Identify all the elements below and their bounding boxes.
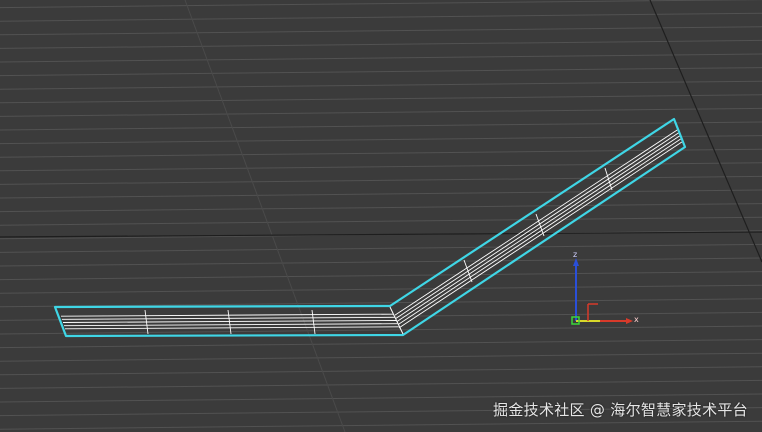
grid-line (0, 39, 762, 49)
grid-line (0, 67, 762, 77)
scene-canvas[interactable]: zx (0, 0, 762, 432)
grid-line (0, 26, 762, 36)
mesh-edge (396, 135, 680, 322)
grid-line (0, 271, 762, 281)
grid-major-line (649, 0, 762, 263)
grid-line (0, 257, 762, 267)
grid-line (0, 379, 762, 389)
grid-line (0, 284, 762, 294)
grid-line (0, 339, 762, 349)
grid-line (0, 243, 762, 253)
watermark: 掘金技术社区 @ 海尔智慧家技术平台 (493, 401, 748, 419)
mesh-edge (395, 132, 679, 319)
grid-line (0, 352, 762, 362)
mesh-edge (63, 323, 398, 327)
mesh-edge (60, 313, 394, 317)
grid-line (0, 53, 762, 63)
grid-line (0, 107, 762, 117)
grid-line (0, 94, 762, 104)
grid-line (184, 0, 346, 432)
gizmo-x-label: x (634, 315, 639, 324)
grid-line (0, 366, 762, 376)
gizmo-z-arrow (573, 258, 579, 266)
3d-viewport[interactable]: zx 掘金技术社区 @ 海尔智慧家技术平台 (0, 0, 762, 432)
grid-line (0, 420, 762, 430)
grid-line (0, 189, 762, 199)
grid-line (0, 12, 762, 22)
grid-line (0, 80, 762, 90)
mesh-edge (64, 326, 399, 330)
grid-major-line (0, 231, 762, 238)
gizmo-z-label: z (573, 250, 577, 259)
grid-line (0, 121, 762, 131)
grid-line (0, 216, 762, 226)
grid-line (0, 175, 762, 185)
grid-line (0, 203, 762, 213)
gizmo-x-arrow (626, 318, 633, 324)
grid-line (0, 0, 762, 9)
grid-major-axes (0, 0, 762, 263)
grid-lines (0, 0, 762, 432)
mesh-edge (227, 309, 232, 335)
